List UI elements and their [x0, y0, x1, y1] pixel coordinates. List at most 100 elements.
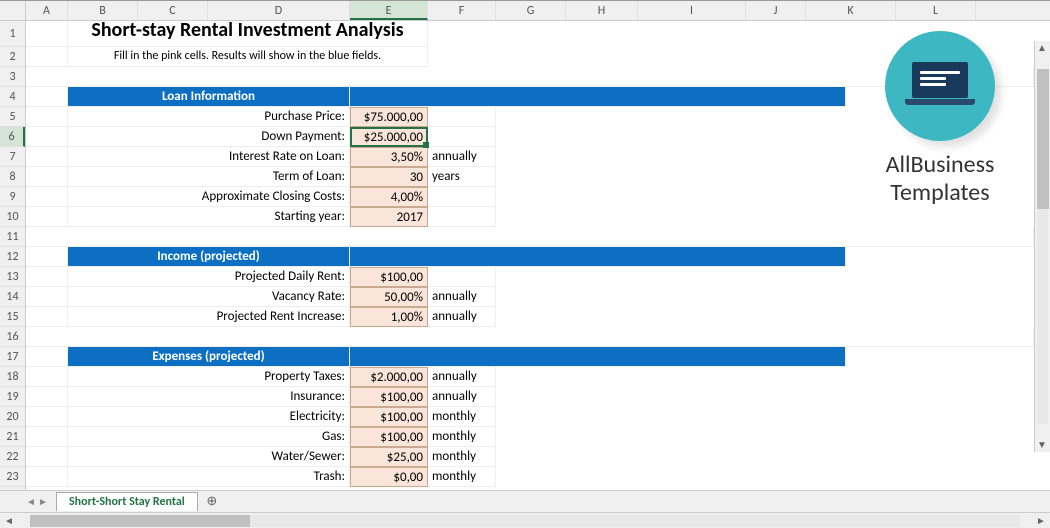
row-header-22[interactable]: 22 [0, 447, 25, 467]
brand-line1: AllBusiness [850, 151, 1030, 179]
label: Gas: [68, 427, 350, 447]
unit: monthly [428, 467, 496, 487]
vertical-scrollbar[interactable]: ▲ ▼ [1034, 41, 1050, 452]
col-header-B[interactable]: B [68, 1, 138, 20]
row-header-17[interactable]: 17 [0, 347, 25, 367]
horizontal-scrollbar[interactable]: ◄ ► [0, 512, 1050, 528]
column-headers: A B C D E F G H I J K L [0, 1, 1050, 21]
workbook: A B C D E F G H I J K L 1 2 3 4 5 6 7 8 … [0, 0, 1050, 528]
add-sheet-icon[interactable]: ⊕ [202, 494, 222, 510]
input-purchase-price[interactable]: $75.000,00 [350, 107, 428, 127]
row-header-6[interactable]: 6 [0, 127, 25, 147]
input-term[interactable]: 30 [350, 167, 428, 187]
section-bar [350, 247, 846, 267]
label: Down Payment: [68, 127, 350, 147]
row-header-12[interactable]: 12 [0, 247, 25, 267]
row-header-4[interactable]: 4 [0, 87, 25, 107]
col-header-D[interactable]: D [208, 1, 350, 20]
label: Starting year: [68, 207, 350, 227]
tab-next-icon[interactable]: ► [38, 497, 48, 507]
label: Electricity: [68, 407, 350, 427]
grid[interactable]: Short-stay Rental Investment Analysis Fi… [26, 21, 1050, 490]
col-header-F[interactable]: F [428, 1, 496, 20]
label: Water/Sewer: [68, 447, 350, 467]
label: Trash: [68, 467, 350, 487]
input-insurance[interactable]: $100,00 [350, 387, 428, 407]
label: Vacancy Rate: [68, 287, 350, 307]
scroll-left-icon[interactable]: ◄ [2, 514, 16, 528]
row-header-19[interactable]: 19 [0, 387, 25, 407]
unit: annually [428, 147, 496, 167]
label: Interest Rate on Loan: [68, 147, 350, 167]
sheet-title: Short-stay Rental Investment Analysis [68, 21, 428, 47]
row-header-3[interactable]: 3 [0, 67, 25, 87]
input-property-taxes[interactable]: $2.000,00 [350, 367, 428, 387]
col-header-H[interactable]: H [566, 1, 638, 20]
label: Projected Daily Rent: [68, 267, 350, 287]
sheet-tab-active[interactable]: Short-Short Stay Rental [56, 492, 198, 511]
row-header-20[interactable]: 20 [0, 407, 25, 427]
input-trash[interactable]: $0,00 [350, 467, 428, 487]
unit: monthly [428, 447, 496, 467]
row-header-18[interactable]: 18 [0, 367, 25, 387]
unit: annually [428, 307, 496, 327]
label: Purchase Price: [68, 107, 350, 127]
unit: annually [428, 287, 496, 307]
input-rent-increase[interactable]: 1,00% [350, 307, 428, 327]
row-header-2[interactable]: 2 [0, 47, 25, 67]
row-header-23[interactable]: 23 [0, 467, 25, 487]
label: Term of Loan: [68, 167, 350, 187]
input-down-payment[interactable]: $25.000,00 [350, 127, 428, 147]
row-header-13[interactable]: 13 [0, 267, 25, 287]
input-vacancy-rate[interactable]: 50,00% [350, 287, 428, 307]
col-header-G[interactable]: G [496, 1, 566, 20]
input-water-sewer[interactable]: $25,00 [350, 447, 428, 467]
input-gas[interactable]: $100,00 [350, 427, 428, 447]
label: Approximate Closing Costs: [68, 187, 350, 207]
col-header-K[interactable]: K [806, 1, 896, 20]
input-starting-year[interactable]: 2017 [350, 207, 428, 227]
input-electricity[interactable]: $100,00 [350, 407, 428, 427]
unit [428, 207, 496, 227]
row-header-14[interactable]: 14 [0, 287, 25, 307]
input-closing-costs[interactable]: 4,00% [350, 187, 428, 207]
row-headers: 1 2 3 4 5 6 7 8 9 10 11 12 13 14 15 16 1… [0, 21, 26, 490]
sheet-subtitle: Fill in the pink cells. Results will sho… [68, 47, 428, 67]
brand-line2: Templates [850, 179, 1030, 207]
scroll-right-icon[interactable]: ► [1034, 514, 1048, 528]
row-header-5[interactable]: 5 [0, 107, 25, 127]
scroll-thumb-v[interactable] [1037, 69, 1049, 209]
row-header-8[interactable]: 8 [0, 167, 25, 187]
scroll-down-icon[interactable]: ▼ [1035, 438, 1049, 452]
section-bar [350, 347, 846, 367]
col-header-L[interactable]: L [896, 1, 976, 20]
tab-prev-icon[interactable]: ◄ [26, 497, 36, 507]
section-bar [350, 87, 846, 107]
col-header-I[interactable]: I [638, 1, 746, 20]
scroll-up-icon[interactable]: ▲ [1035, 41, 1049, 55]
row-header-16[interactable]: 16 [0, 327, 25, 347]
row-header-21[interactable]: 21 [0, 427, 25, 447]
col-header-A[interactable]: A [26, 1, 68, 20]
row-header-10[interactable]: 10 [0, 207, 25, 227]
row-header-11[interactable]: 11 [0, 227, 25, 247]
section-header-loan: Loan Information [68, 87, 350, 107]
branding-logo: AllBusiness Templates [850, 31, 1030, 206]
scroll-thumb-h[interactable] [30, 515, 250, 527]
unit: monthly [428, 407, 496, 427]
col-header-C[interactable]: C [138, 1, 208, 20]
section-header-income: Income (projected) [68, 247, 350, 267]
row-header-9[interactable]: 9 [0, 187, 25, 207]
section-header-expenses: Expenses (projected) [68, 347, 350, 367]
col-header-J[interactable]: J [746, 1, 806, 20]
row-header-15[interactable]: 15 [0, 307, 25, 327]
input-interest-rate[interactable]: 3,50% [350, 147, 428, 167]
select-all-corner[interactable] [0, 1, 26, 20]
input-daily-rent[interactable]: $100,00 [350, 267, 428, 287]
unit [428, 127, 496, 147]
unit [428, 187, 496, 207]
row-header-7[interactable]: 7 [0, 147, 25, 167]
row-header-1[interactable]: 1 [0, 21, 25, 47]
logo-icon [885, 31, 995, 141]
col-header-E[interactable]: E [350, 1, 428, 20]
